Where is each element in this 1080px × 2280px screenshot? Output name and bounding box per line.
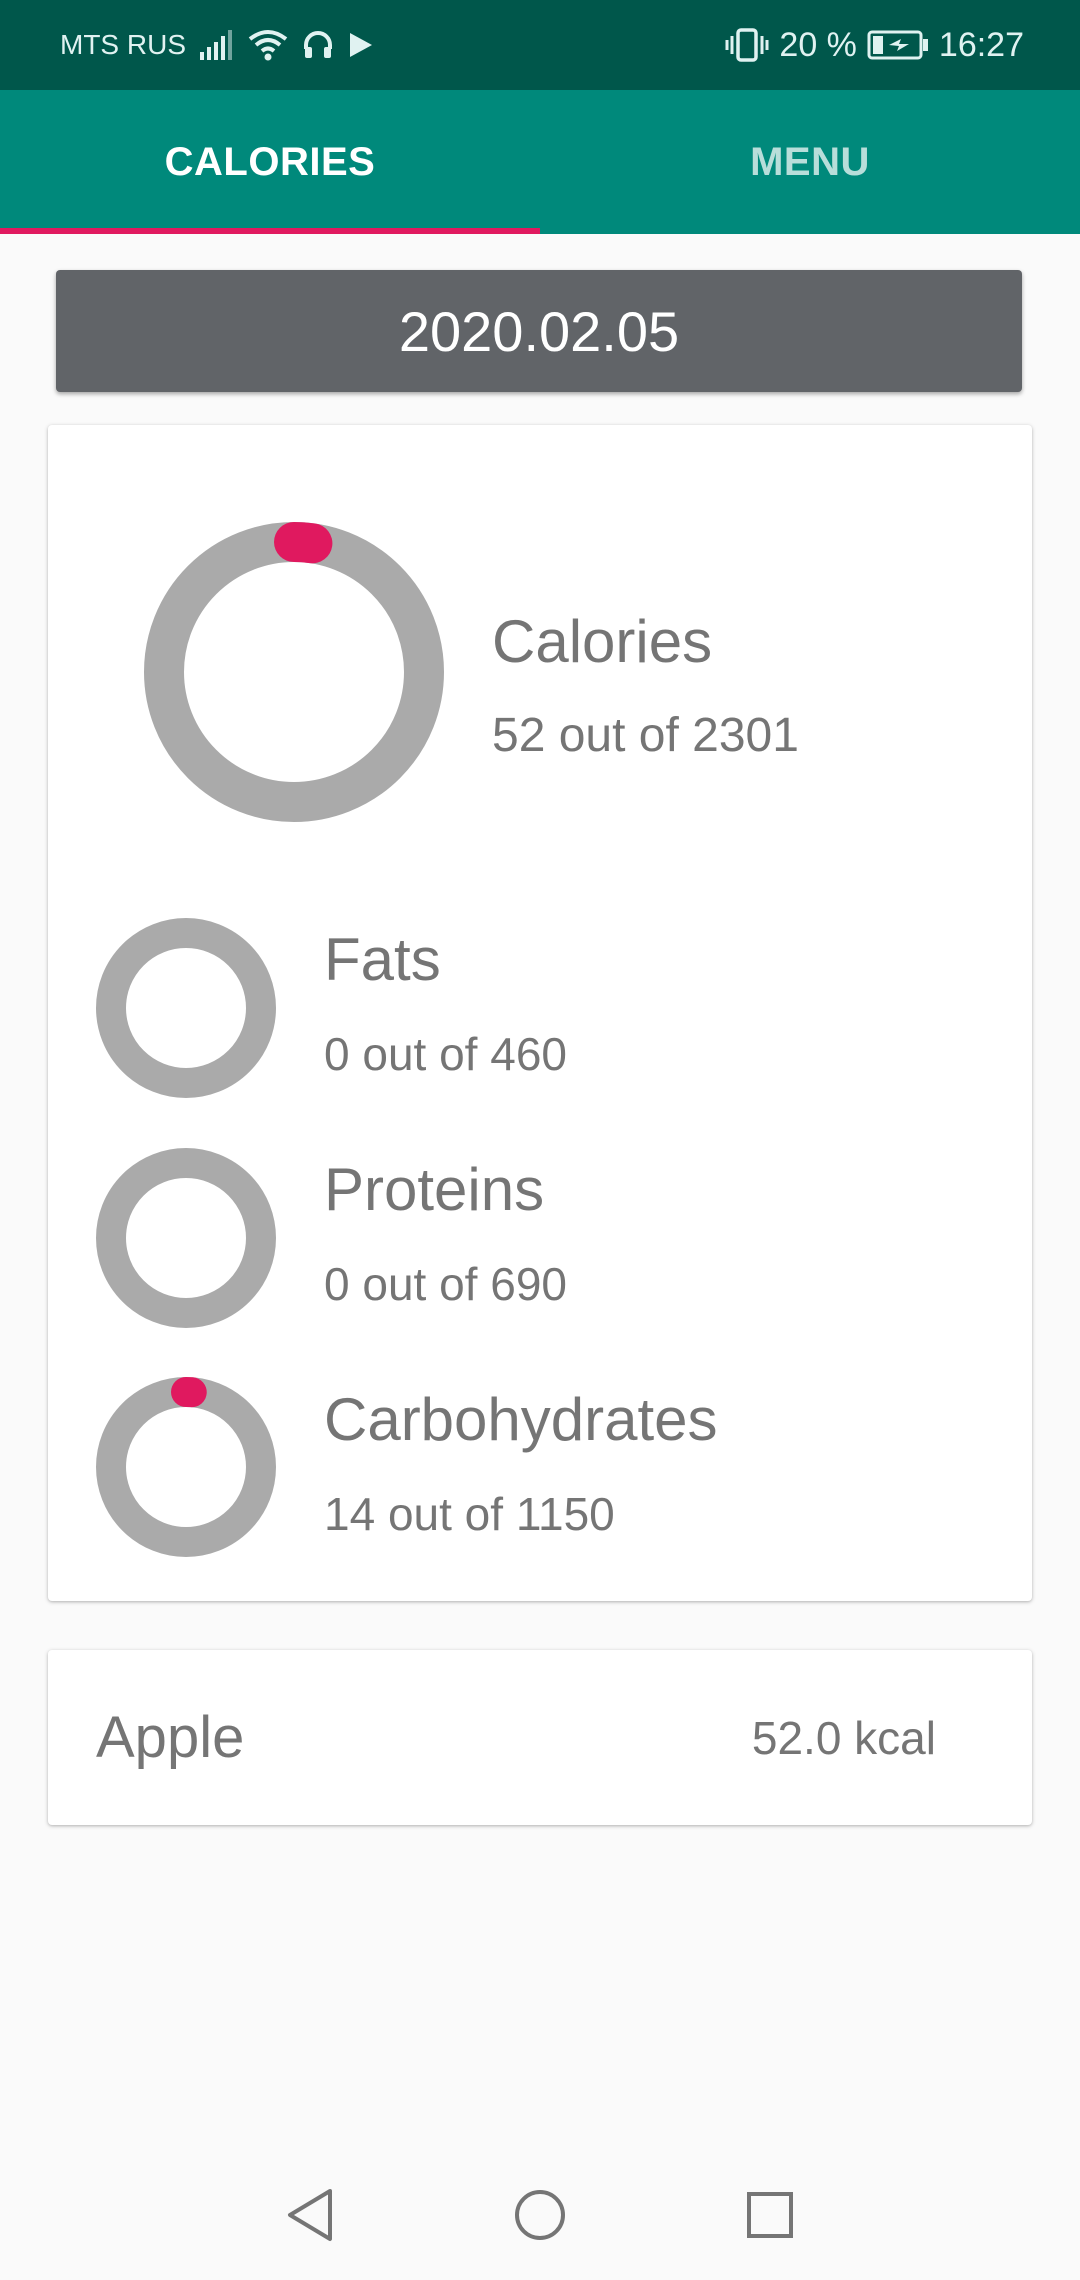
list-item[interactable]: Apple 52.0 kcal [48,1650,1032,1825]
vibrate-icon [725,28,769,62]
date-picker-button[interactable]: 2020.02.05 [56,270,1022,392]
navigation-bar [0,2150,1080,2280]
home-icon[interactable] [510,2185,570,2245]
carbohydrates-progress-ring [96,1377,276,1557]
status-bar: MTS RUS 20 % 16:27 [0,0,1080,90]
proteins-progress-ring [96,1148,276,1328]
food-name: Apple [96,1705,245,1770]
tab-calories[interactable]: CALORIES [0,90,540,234]
battery-percent: 20 % [779,25,857,64]
signal-icon [200,30,234,60]
carbohydrates-summary: 14 out of 1150 [324,1488,615,1540]
wifi-icon [248,29,288,61]
nutrition-summary-card: Calories 52 out of 2301 Fats 0 out of 46… [48,425,1032,1601]
tab-menu[interactable]: MENU [540,90,1080,234]
proteins-title: Proteins [324,1156,545,1223]
battery-icon [867,30,929,60]
tab-bar: CALORIES MENU [0,90,1080,234]
food-calories: 52.0 kcal [751,1711,936,1764]
calories-progress-ring [144,522,444,822]
back-icon[interactable] [280,2185,340,2245]
proteins-summary: 0 out of 690 [324,1258,567,1310]
recents-icon[interactable] [740,2185,800,2245]
clock: 16:27 [938,25,1024,64]
calories-progress-arc [274,522,333,564]
fats-title: Fats [324,926,441,993]
calories-summary: 52 out of 2301 [492,709,799,762]
fats-progress-ring [96,918,276,1098]
fats-summary: 0 out of 460 [324,1028,567,1080]
carbohydrates-title: Carbohydrates [324,1386,718,1453]
play-icon [348,31,374,59]
calories-title: Calories [492,608,713,675]
headset-icon [302,29,334,61]
carrier-name: MTS RUS [60,29,186,60]
